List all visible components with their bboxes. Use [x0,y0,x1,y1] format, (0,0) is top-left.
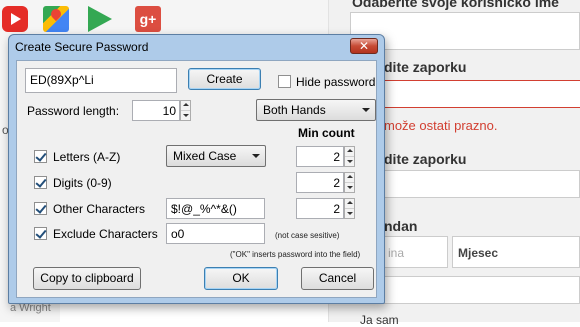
spin-down-icon[interactable] [345,157,354,167]
password-error-text: može ostati prazno. [384,118,498,133]
dialog-content: ED(89Xp^Li Create Hide password Password… [16,60,377,298]
cancel-button[interactable]: Cancel [301,267,374,290]
spin-down-icon[interactable] [345,183,354,193]
youtube-icon[interactable] [2,6,28,32]
birthday-day-placeholder: ina [388,246,405,260]
exclude-characters-input[interactable]: o0 [166,223,265,244]
confirm-password-heading: dite zaporku [384,151,467,167]
letters-count-input[interactable]: 2 [296,146,344,167]
letter-case-value: Mixed Case [173,149,237,163]
hands-select-value: Both Hands [263,103,326,117]
digits-count-spinner[interactable] [344,172,355,193]
other-characters-label: Other Characters [53,202,146,216]
hide-password-checkbox[interactable] [278,75,291,88]
ok-button[interactable]: OK [204,267,278,290]
digits-label: Digits (0-9) [53,176,112,190]
spin-down-icon[interactable] [345,209,354,219]
password-length-input[interactable]: 10 [132,100,180,121]
gender-heading: Ja sam [360,313,399,327]
dialog-titlebar[interactable]: Create Secure Password ✕ [9,35,384,59]
other-characters-count-spinner[interactable] [344,198,355,219]
min-count-header: Min count [298,126,355,140]
close-button[interactable]: ✕ [350,38,378,54]
other-characters-count-input[interactable]: 2 [296,198,344,219]
dialog-title: Create Secure Password [15,40,149,54]
other-characters-input[interactable]: $!@_%^*&() [166,198,265,219]
ok-hint-text: ("OK" inserts password into the field) [230,250,361,259]
google-plus-icon[interactable]: g+ [135,6,161,32]
copy-to-clipboard-button[interactable]: Copy to clipboard [33,267,141,290]
spin-up-icon[interactable] [345,147,354,157]
hands-select[interactable]: Both Hands [256,99,376,121]
password-heading: dite zaporku [384,59,467,75]
chevron-down-icon [252,154,260,158]
exclude-characters-label: Exclude Characters [53,227,158,241]
letters-checkbox[interactable] [34,150,47,163]
spin-up-icon[interactable] [181,101,190,111]
digits-count-input[interactable]: 2 [296,172,344,193]
hide-password-label: Hide password [296,75,376,89]
exclude-characters-checkbox[interactable] [34,227,47,240]
password-length-label: Password length: [27,104,120,118]
create-password-dialog: Create Secure Password ✕ ED(89Xp^Li Crea… [8,34,385,304]
create-button[interactable]: Create [188,68,261,90]
password-length-spinner[interactable] [180,100,191,121]
maps-icon[interactable] [43,6,69,32]
spin-up-icon[interactable] [345,173,354,183]
case-note: (not case sesitive) [275,231,340,240]
letters-count-spinner[interactable] [344,146,355,167]
birthday-heading: ndan [384,218,418,234]
chevron-down-icon [362,108,370,112]
spin-down-icon[interactable] [181,111,190,121]
play-store-icon[interactable] [88,6,112,32]
password-output-field[interactable]: ED(89Xp^Li [25,68,177,93]
close-icon: ✕ [358,39,370,53]
letter-case-select[interactable]: Mixed Case [166,145,266,167]
spin-up-icon[interactable] [345,199,354,209]
letters-label: Letters (A-Z) [53,150,121,164]
birthday-month-label: Mjesec [458,246,499,260]
username-heading: Odaberite svoje korisničko ime [352,0,559,10]
other-characters-checkbox[interactable] [34,202,47,215]
digits-checkbox[interactable] [34,176,47,189]
